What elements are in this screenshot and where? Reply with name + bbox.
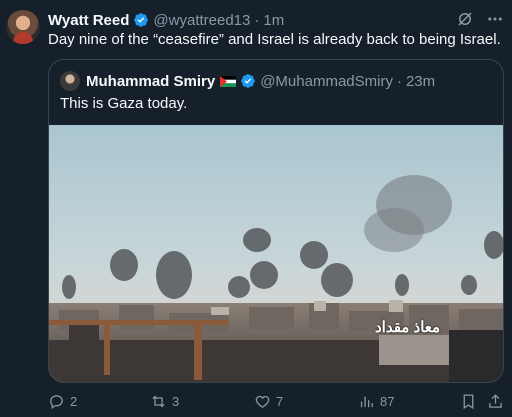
separator: ·: [396, 72, 402, 90]
reply-icon: [50, 395, 63, 410]
media-image[interactable]: [49, 125, 504, 383]
bookmark-button[interactable]: [460, 393, 477, 410]
tweet-header: Wyatt Reed @wyattreed13 · 1m: [48, 11, 284, 29]
palestine-flag-icon: [220, 75, 237, 87]
repost-button[interactable]: 3: [150, 393, 179, 410]
quoted-author-avatar[interactable]: [60, 71, 80, 91]
views-icon: [360, 396, 373, 408]
top-actions: [456, 10, 504, 28]
like-icon: [255, 395, 270, 408]
repost-icon: [152, 395, 165, 408]
views-button[interactable]: 87: [358, 393, 394, 410]
quoted-tweet[interactable]: Muhammad Smiry @MuhammadSmiry · 23m This…: [48, 59, 504, 383]
like-count: 7: [276, 394, 284, 409]
share-icon: [489, 394, 502, 408]
author-handle[interactable]: @wyattreed13: [153, 12, 250, 29]
share-button[interactable]: [487, 393, 504, 410]
more-icon[interactable]: [486, 10, 504, 28]
author-avatar[interactable]: [6, 10, 40, 44]
verified-badge-icon: [241, 74, 256, 88]
quoted-author-name[interactable]: Muhammad Smiry: [86, 73, 215, 90]
bookmark-icon: [463, 394, 474, 410]
like-button[interactable]: 7: [254, 393, 283, 410]
quoted-author-handle[interactable]: @MuhammadSmiry: [260, 73, 393, 90]
quoted-tweet-text: This is Gaza today.: [60, 95, 188, 112]
grok-icon[interactable]: [456, 10, 474, 28]
verified-badge-icon: [134, 13, 149, 27]
quoted-timestamp[interactable]: 23m: [406, 73, 435, 90]
author-name[interactable]: Wyatt Reed: [48, 12, 129, 29]
repost-count: 3: [172, 394, 180, 409]
reply-count: 2: [70, 394, 78, 409]
timestamp[interactable]: 1m: [263, 12, 284, 29]
reply-button[interactable]: 2: [48, 393, 77, 410]
separator: ·: [254, 11, 260, 29]
tweet-actions: 2 3 7 87: [0, 393, 512, 413]
quoted-tweet-header: Muhammad Smiry @MuhammadSmiry · 23m: [86, 71, 435, 91]
views-count: 87: [380, 394, 395, 409]
media-watermark: معاذ مقداد: [375, 319, 441, 336]
tweet-text: Day nine of the “ceasefire” and Israel i…: [48, 31, 501, 48]
